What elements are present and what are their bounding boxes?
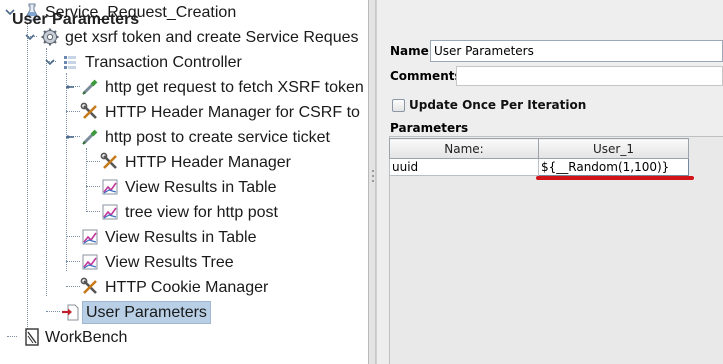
tree-node-user-parameters[interactable]: User Parameters (0, 300, 368, 325)
tree-node-label: View Results Tree (105, 254, 234, 271)
column-header-user-1[interactable]: User_1 (538, 138, 689, 159)
tree-node-label: http post to create service ticket (105, 129, 330, 146)
table-header-row: Name: User_1 (389, 138, 689, 159)
tree-node-http-get-sampler[interactable]: http get request to fetch XSRF token (0, 75, 368, 100)
header-manager-tools-icon (100, 152, 120, 172)
tree-node-cookie-manager[interactable]: HTTP Cookie Manager (0, 275, 368, 300)
parameter-name-cell[interactable]: uuid (389, 158, 539, 176)
tree-node-workbench[interactable]: WorkBench (0, 325, 368, 350)
name-field[interactable] (430, 40, 723, 62)
tree-node-view-results-tree[interactable]: View Results Tree (0, 250, 368, 275)
workbench-icon (22, 327, 42, 347)
red-highlight-underline (536, 176, 694, 180)
expand-toggle-icon[interactable] (64, 131, 76, 143)
name-label: Name: (390, 44, 434, 58)
update-once-checkbox[interactable] (392, 99, 405, 112)
tree-node-label: HTTP Cookie Manager (105, 279, 269, 296)
parameter-value-cell[interactable]: ${__Random(1,100)} (538, 158, 689, 176)
pane-splitter[interactable] (368, 0, 376, 364)
expand-toggle-icon[interactable] (64, 81, 76, 93)
listener-graph-icon (80, 227, 100, 247)
tree-node-label: HTTP Header Manager (125, 154, 291, 171)
table-row[interactable]: uuid ${__Random(1,100)} (389, 158, 689, 176)
http-sampler-pipette-icon (80, 127, 100, 147)
collapse-toggle-icon[interactable] (44, 56, 56, 68)
comments-field[interactable] (456, 66, 723, 86)
tree-node-header-manager[interactable]: HTTP Header Manager (0, 150, 368, 175)
tree-node-label: Transaction Controller (85, 54, 242, 71)
update-once-label: Update Once Per Iteration (409, 98, 587, 112)
listener-graph-icon (100, 202, 120, 222)
column-header-name[interactable]: Name: (389, 138, 539, 159)
http-sampler-pipette-icon (80, 77, 100, 97)
parameters-table[interactable]: Name: User_1 uuid ${__Random(1,100)} (389, 138, 689, 176)
panel-title: User Parameters (12, 11, 140, 28)
tree-node-label: View Results in Table (125, 179, 277, 196)
tree-node-label: HTTP Header Manager for CSRF to (105, 104, 360, 121)
tree-node-tree-view-http-post[interactable]: tree view for http post (0, 200, 368, 225)
tree-node-transaction-controller[interactable]: Transaction Controller (0, 50, 368, 75)
user-parameters-icon (60, 302, 80, 322)
collapse-toggle-icon[interactable] (24, 31, 36, 43)
tree-node-label: get xsrf token and create Service Reques (65, 29, 359, 46)
parameters-section-label: Parameters (390, 121, 469, 135)
tree-node-label: tree view for http post (125, 204, 278, 221)
cookie-manager-tools-icon (80, 277, 100, 297)
transaction-controller-icon (60, 52, 80, 72)
tree-node-http-post-sampler[interactable]: http post to create service ticket (0, 125, 368, 150)
listener-graph-icon (100, 177, 120, 197)
tree-node-view-results-table[interactable]: View Results in Table (0, 225, 368, 250)
tree-node-label: http get request to fetch XSRF token (105, 79, 364, 96)
tree-node-label: WorkBench (45, 329, 128, 346)
header-manager-tools-icon (80, 102, 100, 122)
comments-label: Comments: (390, 69, 467, 83)
tree-node-header-manager-csrf[interactable]: HTTP Header Manager for CSRF to (0, 100, 368, 125)
test-plan-tree[interactable]: Service_Request_Creation get xsrf token … (0, 0, 368, 364)
tree-node-label-selected: User Parameters (82, 301, 211, 324)
tree-node-label: View Results in Table (105, 229, 257, 246)
thread-group-gear-icon (40, 27, 60, 47)
tree-node-view-results-table-nested[interactable]: View Results in Table (0, 175, 368, 200)
listener-graph-icon (80, 252, 100, 272)
